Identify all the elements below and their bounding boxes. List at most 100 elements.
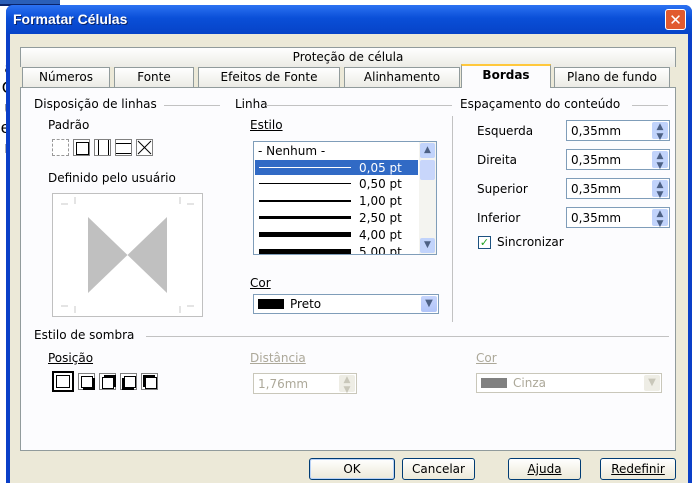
preset-none-icon[interactable]	[52, 139, 69, 156]
line-style-option[interactable]: 4,00 pt	[255, 227, 418, 242]
line-sample	[259, 200, 351, 202]
bottom-spacing-field[interactable]: 0,35mm ▲ ▼	[566, 207, 670, 229]
line-style-label: 5,00 pt	[359, 245, 402, 255]
spin-icon[interactable]: ▲ ▼	[652, 151, 668, 171]
line-style-option[interactable]: 0,50 pt	[255, 176, 418, 191]
window-title: Formatar Células	[13, 11, 128, 27]
line-sample	[259, 167, 351, 168]
spin-icon[interactable]: ▲ ▼	[652, 180, 668, 200]
chevron-down-icon[interactable]: ▼	[421, 296, 437, 312]
shadow-position-options	[52, 371, 202, 393]
close-icon: ✕	[669, 11, 682, 29]
default-presets	[52, 139, 182, 160]
shadow-distance-label: Distância	[250, 351, 306, 365]
preset-left-right-icon[interactable]	[94, 139, 111, 156]
chevron-down-icon[interactable]: ▼	[644, 375, 660, 391]
spin-icon[interactable]: ▲ ▼	[652, 122, 668, 142]
reset-button[interactable]: Redefinir	[600, 458, 676, 480]
line-arrangement-heading: Disposição de linhas	[34, 97, 157, 111]
button-label: Ajuda	[527, 462, 562, 476]
top-spacing-field[interactable]: 0,35mm ▲ ▼	[566, 178, 670, 200]
tab-background[interactable]: Plano de fundo	[554, 67, 670, 87]
title-bar[interactable]: Formatar Células ✕	[6, 5, 692, 34]
shadow-distance-value: 1,76mm	[258, 377, 309, 391]
default-label: Padrão	[48, 118, 90, 132]
shadow-none-icon[interactable]	[52, 371, 74, 392]
ok-button[interactable]: OK	[309, 458, 395, 480]
shadow-distance-field[interactable]: 1,76mm ▲ ▼	[253, 373, 357, 395]
spin-icon[interactable]: ▲ ▼	[652, 209, 668, 229]
line-style-label: 2,50 pt	[359, 211, 402, 225]
line-style-option[interactable]: 2,50 pt	[255, 210, 418, 225]
spacing-heading: Espaçamento do conteúdo	[460, 97, 621, 111]
left-spacing-field[interactable]: 0,35mm ▲ ▼	[566, 120, 670, 142]
tab-label: Fonte	[137, 70, 171, 84]
tab-font-effects[interactable]: Efeitos de Fonte	[198, 67, 340, 87]
sync-checkbox[interactable]: ✓	[478, 236, 491, 249]
format-cells-dialog: Formatar Células ✕ Proteção de célula Nú…	[6, 5, 692, 483]
divider	[146, 336, 669, 337]
user-defined-label: Definido pelo usuário	[48, 171, 176, 185]
right-spacing-value: 0,35mm	[571, 153, 622, 167]
preset-top-bottom-icon[interactable]	[115, 139, 132, 156]
tab-label: Proteção de célula	[292, 50, 404, 64]
line-sample	[259, 216, 351, 219]
right-spacing-label: Direita	[477, 153, 518, 167]
preset-box-icon[interactable]	[73, 139, 90, 156]
shadow-top-right-icon[interactable]	[99, 373, 116, 390]
line-style-label: 4,00 pt	[359, 228, 402, 242]
style-label: Estilo	[250, 118, 283, 132]
top-spacing-value: 0,35mm	[571, 182, 622, 196]
sync-label: Sincronizar	[497, 235, 564, 249]
divider	[632, 105, 668, 106]
close-button[interactable]: ✕	[665, 9, 686, 30]
tab-cell-protection[interactable]: Proteção de célula	[20, 47, 676, 67]
list-scrollbar[interactable]: ▲ ▼	[419, 142, 436, 254]
spin-icon[interactable]: ▲ ▼	[339, 375, 355, 395]
shadow-bottom-right-icon[interactable]	[78, 373, 95, 390]
line-style-none[interactable]: - Nenhum -	[258, 144, 325, 158]
color-swatch	[481, 378, 507, 388]
line-sample	[259, 249, 351, 254]
tab-borders[interactable]: Bordas	[461, 64, 551, 88]
cancel-button[interactable]: Cancelar	[402, 458, 475, 480]
line-color-select[interactable]: Preto ▼	[253, 294, 439, 314]
color-swatch	[258, 299, 284, 309]
line-style-option[interactable]: 1,00 pt	[255, 193, 418, 208]
scroll-down-icon[interactable]: ▼	[420, 238, 435, 253]
borders-panel: Disposição de linhas Padrão Definido pel…	[20, 87, 676, 451]
tab-alignment[interactable]: Alinhamento	[344, 67, 460, 87]
line-sample	[259, 232, 351, 237]
tab-label: Números	[39, 70, 93, 84]
bottom-spacing-label: Inferior	[477, 211, 521, 225]
shadow-top-left-icon[interactable]	[141, 373, 158, 390]
scroll-up-icon[interactable]: ▲	[420, 143, 435, 158]
line-style-option-selected[interactable]: 0,05 pt	[255, 160, 418, 175]
line-color-value: Preto	[290, 297, 322, 311]
line-style-option[interactable]: 5,00 pt	[255, 244, 418, 255]
tab-label: Alinhamento	[363, 70, 441, 84]
shadow-position-label: Posição	[48, 351, 94, 365]
tab-font[interactable]: Fonte	[114, 67, 194, 87]
divider	[266, 105, 452, 106]
line-style-label: 0,05 pt	[359, 161, 402, 175]
shadow-bottom-left-icon[interactable]	[120, 373, 137, 390]
preset-diagonal-icon[interactable]	[136, 139, 153, 156]
line-style-list[interactable]: - Nenhum - 0,05 pt 0,50 pt 1,00 pt 2,50 …	[253, 141, 437, 255]
right-spacing-field[interactable]: 0,35mm ▲ ▼	[566, 149, 670, 171]
divider	[452, 116, 453, 322]
border-preview[interactable]	[52, 193, 203, 317]
diagonal-icon	[137, 140, 152, 155]
border-preview-graphic	[61, 197, 194, 313]
button-label: Redefinir	[611, 462, 665, 476]
shadow-color-label: Cor	[476, 351, 497, 365]
scroll-thumb[interactable]	[420, 160, 435, 180]
help-button[interactable]: Ajuda	[508, 458, 581, 480]
bottom-spacing-value: 0,35mm	[571, 211, 622, 225]
tab-numbers[interactable]: Números	[22, 67, 110, 87]
line-color-label: Cor	[250, 276, 271, 290]
line-sample	[259, 183, 351, 184]
button-label: Cancelar	[412, 462, 465, 476]
shadow-color-select[interactable]: Cinza ▼	[476, 373, 662, 393]
tab-label: Bordas	[482, 68, 530, 82]
